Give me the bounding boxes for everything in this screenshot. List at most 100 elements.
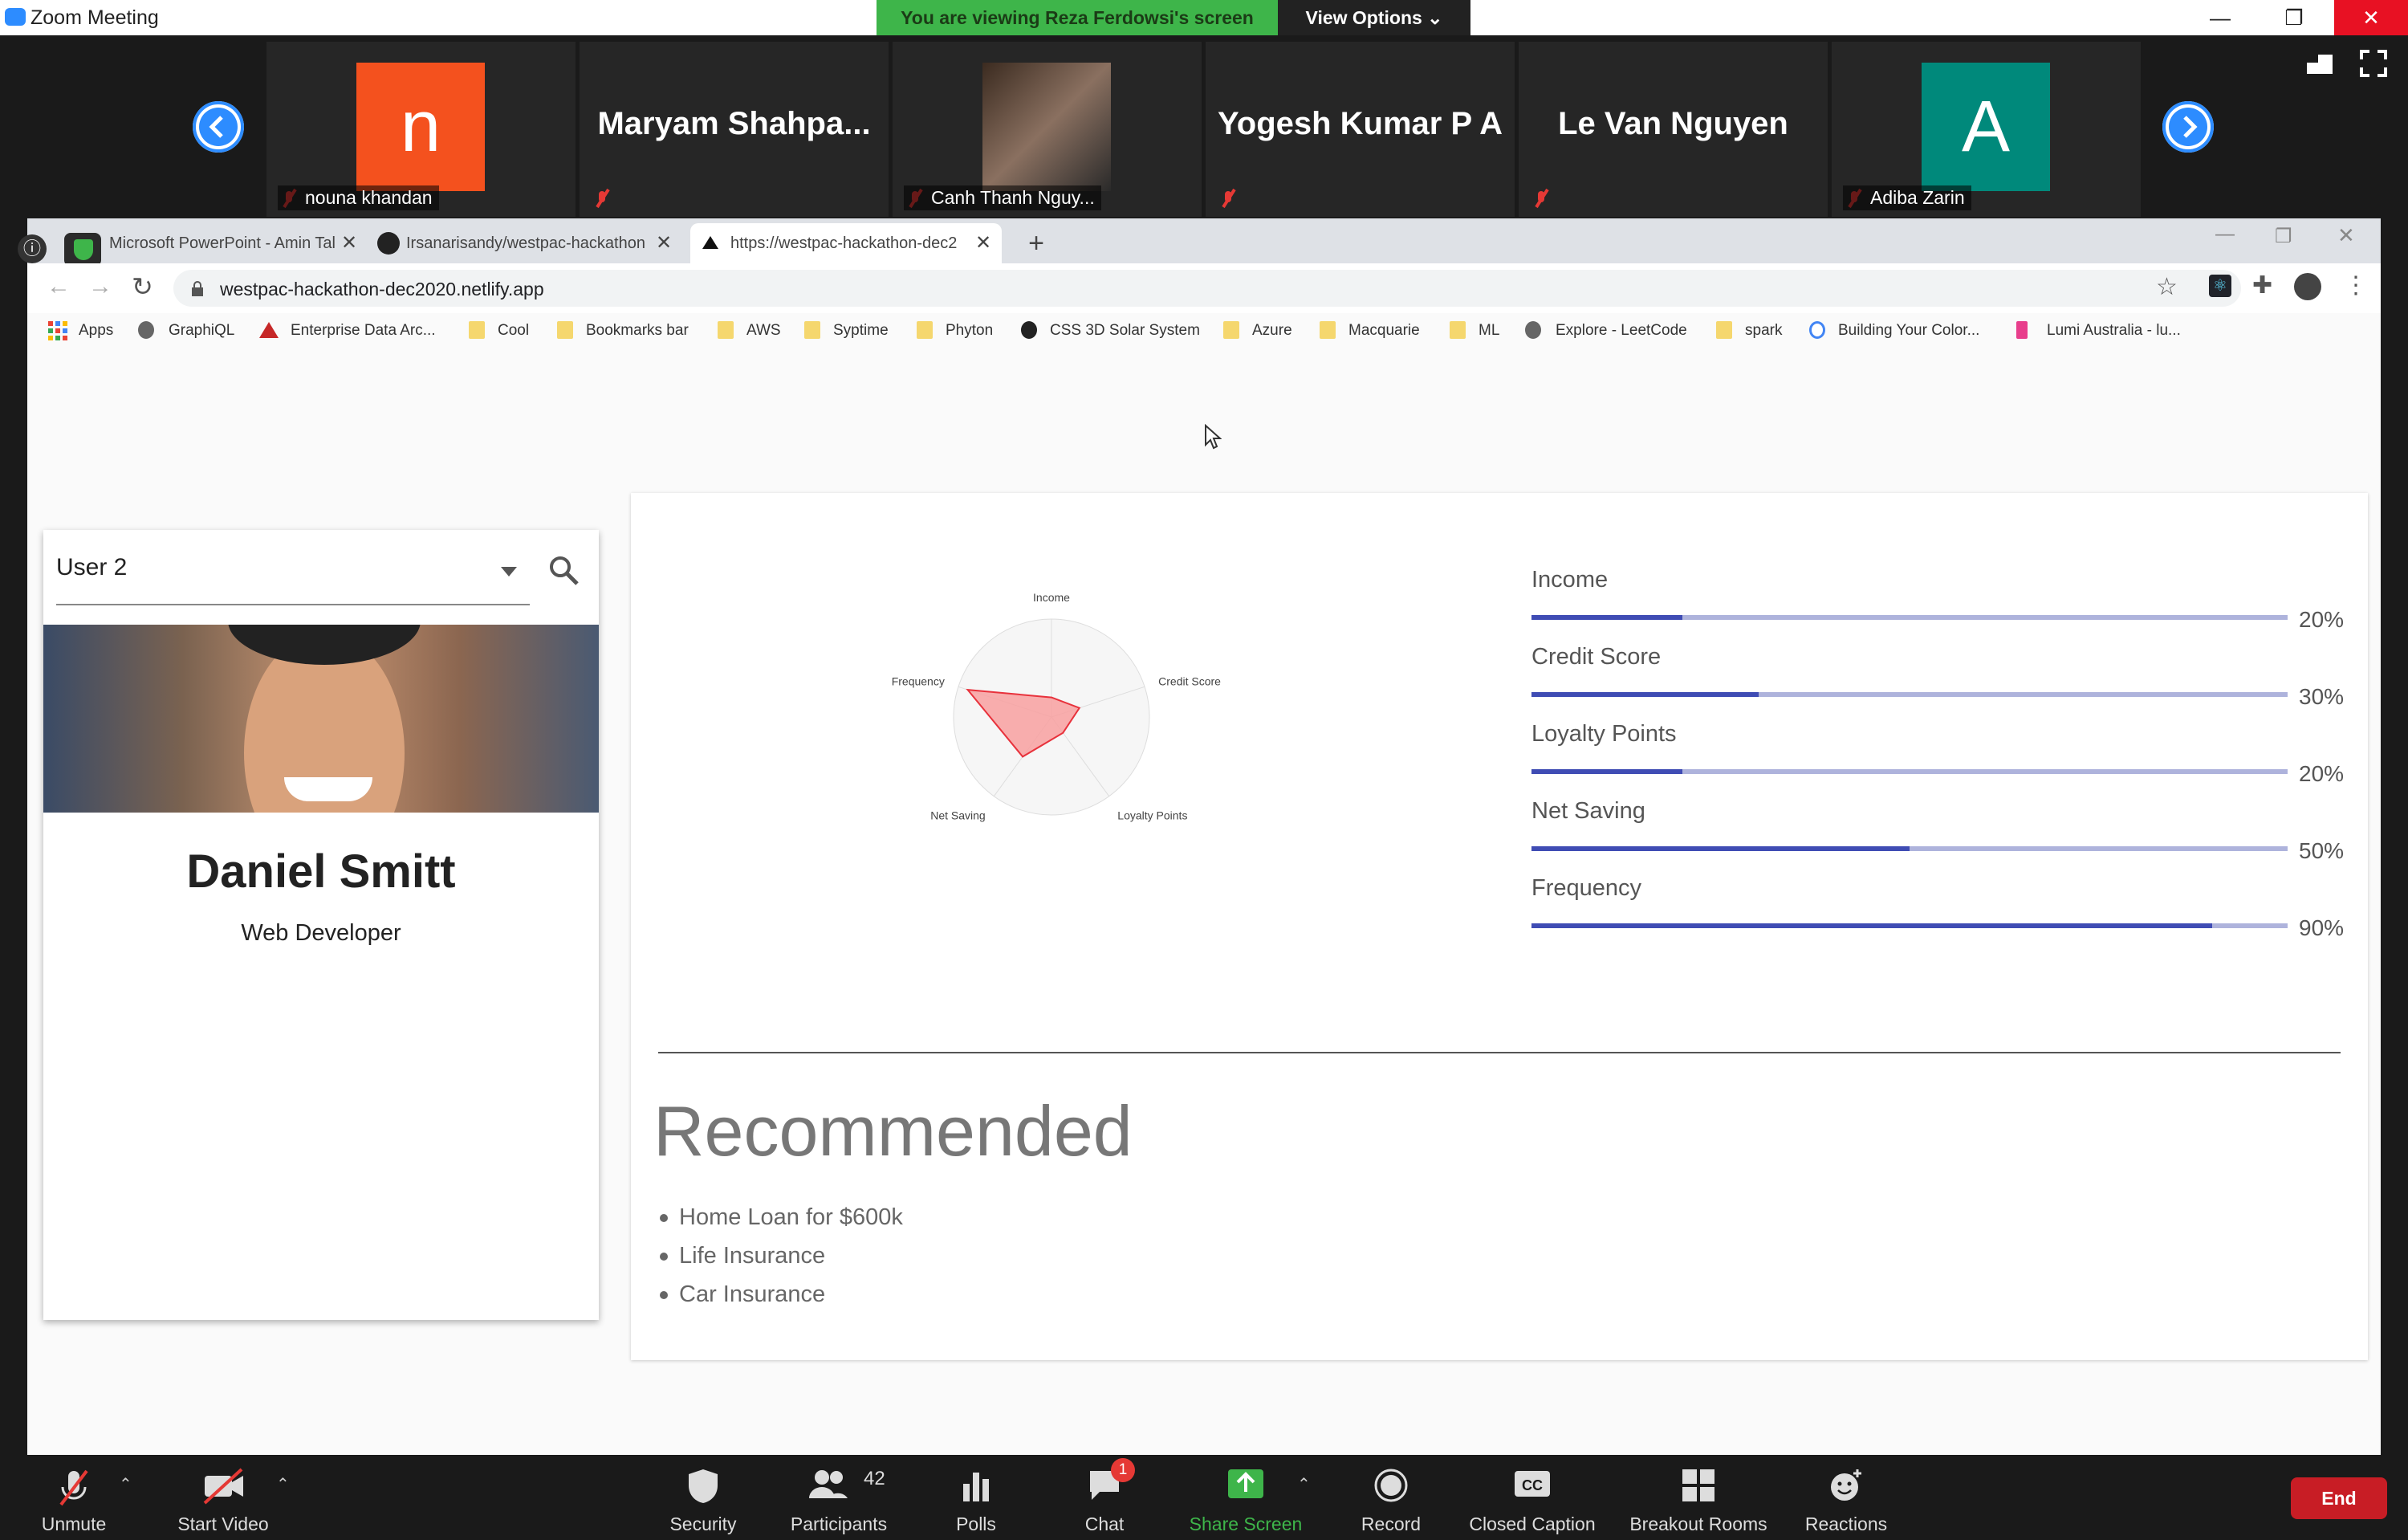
bar-pct-credit-score: 30% bbox=[2299, 684, 2345, 709]
bookmark-syptime[interactable]: Syptime bbox=[833, 322, 889, 340]
browser-tab[interactable]: Microsoft PowerPoint - Amin Tal bbox=[104, 223, 353, 263]
person-name: Daniel Smitt bbox=[186, 845, 456, 898]
video-options-caret-icon[interactable]: ⌃ bbox=[276, 1474, 290, 1494]
menu-kebab-icon[interactable]: ⋮ bbox=[2344, 271, 2368, 299]
bookmark-graphiql[interactable]: GraphiQL bbox=[169, 322, 234, 340]
bar-label-loyalty-points: Loyalty Points bbox=[1531, 721, 1677, 747]
participant-tile[interactable]: Maryam Shahpa... bbox=[580, 42, 889, 217]
close-button[interactable]: ✕ bbox=[2334, 0, 2408, 35]
security-button[interactable]: Security bbox=[658, 1463, 748, 1535]
muted-mic-icon bbox=[596, 188, 610, 209]
participant-tile[interactable]: n nouna khandan bbox=[266, 42, 576, 217]
bookmark-apps[interactable]: Apps bbox=[79, 322, 113, 340]
search-icon[interactable] bbox=[547, 554, 580, 586]
share-options-caret-icon[interactable]: ⌃ bbox=[1297, 1474, 1311, 1494]
closed-caption-button[interactable]: CC Closed Caption bbox=[1462, 1463, 1602, 1535]
profile-icon[interactable] bbox=[2294, 273, 2321, 300]
bookmark-spark[interactable]: spark bbox=[1745, 322, 1782, 340]
new-tab-icon[interactable]: + bbox=[1023, 223, 1050, 263]
minimize-button[interactable]: — bbox=[2183, 0, 2257, 35]
restore-button[interactable]: ❐ bbox=[2257, 0, 2331, 35]
bookmark-ml[interactable]: ML bbox=[1479, 322, 1499, 340]
user-select[interactable] bbox=[56, 552, 530, 605]
participant-tile[interactable]: A Adiba Zarin bbox=[1832, 42, 2141, 217]
breakout-rooms-button[interactable]: Breakout Rooms bbox=[1621, 1463, 1775, 1535]
netlify-icon bbox=[702, 236, 718, 249]
participant-tile[interactable]: Yogesh Kumar P A bbox=[1206, 42, 1515, 217]
audio-options-caret-icon[interactable]: ⌃ bbox=[119, 1474, 132, 1494]
start-video-button[interactable]: Start Video bbox=[165, 1463, 281, 1535]
gallery-layout-icon[interactable] bbox=[2305, 53, 2334, 75]
bookmark-lumi[interactable]: Lumi Australia - lu... bbox=[2047, 322, 2181, 340]
participant-tile[interactable]: Le Van Nguyen bbox=[1519, 42, 1828, 217]
radar-label: Credit Score bbox=[1158, 675, 1221, 688]
participant-name: nouna khandan bbox=[278, 185, 439, 210]
folder-icon bbox=[469, 321, 485, 339]
radar-label: Net Saving bbox=[930, 809, 985, 821]
react-devtools-icon[interactable]: ⚛ bbox=[2209, 275, 2231, 297]
github-icon bbox=[377, 232, 400, 255]
tab-title: https://westpac-hackathon-dec2 bbox=[730, 234, 958, 252]
bookmark-azure[interactable]: Azure bbox=[1252, 322, 1292, 340]
warning-triangle-icon bbox=[259, 322, 279, 338]
polls-label: Polls bbox=[956, 1514, 996, 1534]
bookmark-leetcode[interactable]: Explore - LeetCode bbox=[1556, 322, 1687, 340]
bar-label-credit-score: Credit Score bbox=[1531, 644, 1662, 670]
folder-icon bbox=[917, 321, 933, 339]
chat-label: Chat bbox=[1084, 1514, 1125, 1534]
section-divider bbox=[658, 1052, 2341, 1053]
prev-participants-button[interactable] bbox=[193, 101, 244, 153]
bookmark-star-icon[interactable]: ☆ bbox=[2156, 273, 2178, 301]
codepen-icon bbox=[1021, 321, 1037, 339]
browser-tab-active[interactable]: https://westpac-hackathon-dec2 bbox=[690, 223, 1002, 263]
dropdown-arrow-icon[interactable] bbox=[501, 567, 517, 576]
extensions-icon[interactable]: ✚ bbox=[2252, 271, 2272, 299]
reactions-button[interactable]: Reactions bbox=[1800, 1463, 1893, 1535]
muted-mic-icon bbox=[1222, 188, 1236, 209]
reload-icon[interactable]: ↻ bbox=[132, 271, 153, 302]
bar-fill-frequency bbox=[1531, 923, 2212, 928]
end-meeting-button[interactable]: End bbox=[2291, 1477, 2387, 1519]
bookmark-macquarie[interactable]: Macquarie bbox=[1348, 322, 1420, 340]
info-icon[interactable]: ⓘ bbox=[18, 234, 47, 263]
url-text: westpac-hackathon-dec2020.netlify.app bbox=[220, 279, 544, 299]
forward-icon[interactable]: → bbox=[88, 273, 112, 300]
next-participants-button[interactable] bbox=[2162, 101, 2214, 153]
bookmark-bookmarks-bar[interactable]: Bookmarks bar bbox=[586, 322, 689, 340]
bookmark-building-color[interactable]: Building Your Color... bbox=[1838, 322, 1979, 340]
folder-icon bbox=[1716, 321, 1732, 339]
closed-caption-label: Closed Caption bbox=[1469, 1514, 1596, 1534]
folder-icon bbox=[1223, 321, 1239, 339]
browser-minimize-icon[interactable]: — bbox=[2215, 223, 2235, 246]
bar-pct-loyalty-points: 20% bbox=[2299, 761, 2345, 786]
share-screen-button[interactable]: Share Screen bbox=[1177, 1463, 1315, 1535]
bookmark-enterprise-data[interactable]: Enterprise Data Arc... bbox=[291, 322, 436, 340]
record-button[interactable]: Record bbox=[1353, 1463, 1429, 1535]
apps-grid-icon bbox=[48, 321, 67, 340]
polls-button[interactable]: Polls bbox=[947, 1463, 1005, 1535]
app-title: Zoom Meeting bbox=[31, 6, 159, 29]
close-tab-icon[interactable]: ✕ bbox=[971, 223, 995, 263]
bar-pct-income: 20% bbox=[2299, 607, 2345, 632]
back-icon[interactable]: ← bbox=[47, 273, 71, 300]
chevron-right-icon bbox=[2162, 101, 2214, 153]
unmute-button[interactable]: Unmute bbox=[24, 1463, 124, 1535]
fullscreen-icon[interactable] bbox=[2360, 50, 2387, 77]
view-options-button[interactable]: View Options ⌄ bbox=[1278, 0, 1470, 35]
bar-label-net-saving: Net Saving bbox=[1531, 798, 1645, 824]
close-tab-icon[interactable]: ✕ bbox=[337, 223, 361, 263]
bookmark-css-solar[interactable]: CSS 3D Solar System bbox=[1050, 322, 1200, 340]
participant-name: Yogesh Kumar P A bbox=[1218, 106, 1503, 141]
close-tab-icon[interactable]: ✕ bbox=[652, 223, 676, 263]
lumi-icon bbox=[2016, 321, 2028, 339]
browser-restore-icon[interactable]: ❐ bbox=[2275, 225, 2292, 248]
record-icon bbox=[1374, 1469, 1408, 1502]
browser-close-icon[interactable]: ✕ bbox=[2337, 223, 2355, 248]
bookmark-cool[interactable]: Cool bbox=[498, 322, 529, 340]
bar-label-income: Income bbox=[1531, 567, 1609, 593]
folder-icon bbox=[557, 321, 573, 339]
bookmark-aws[interactable]: AWS bbox=[746, 322, 781, 340]
participant-tile[interactable]: Canh Thanh Nguy... bbox=[893, 42, 1202, 217]
browser-tab[interactable]: Irsanarisandy/westpac-hackathon bbox=[374, 223, 647, 263]
bookmark-phyton[interactable]: Phyton bbox=[946, 322, 993, 340]
